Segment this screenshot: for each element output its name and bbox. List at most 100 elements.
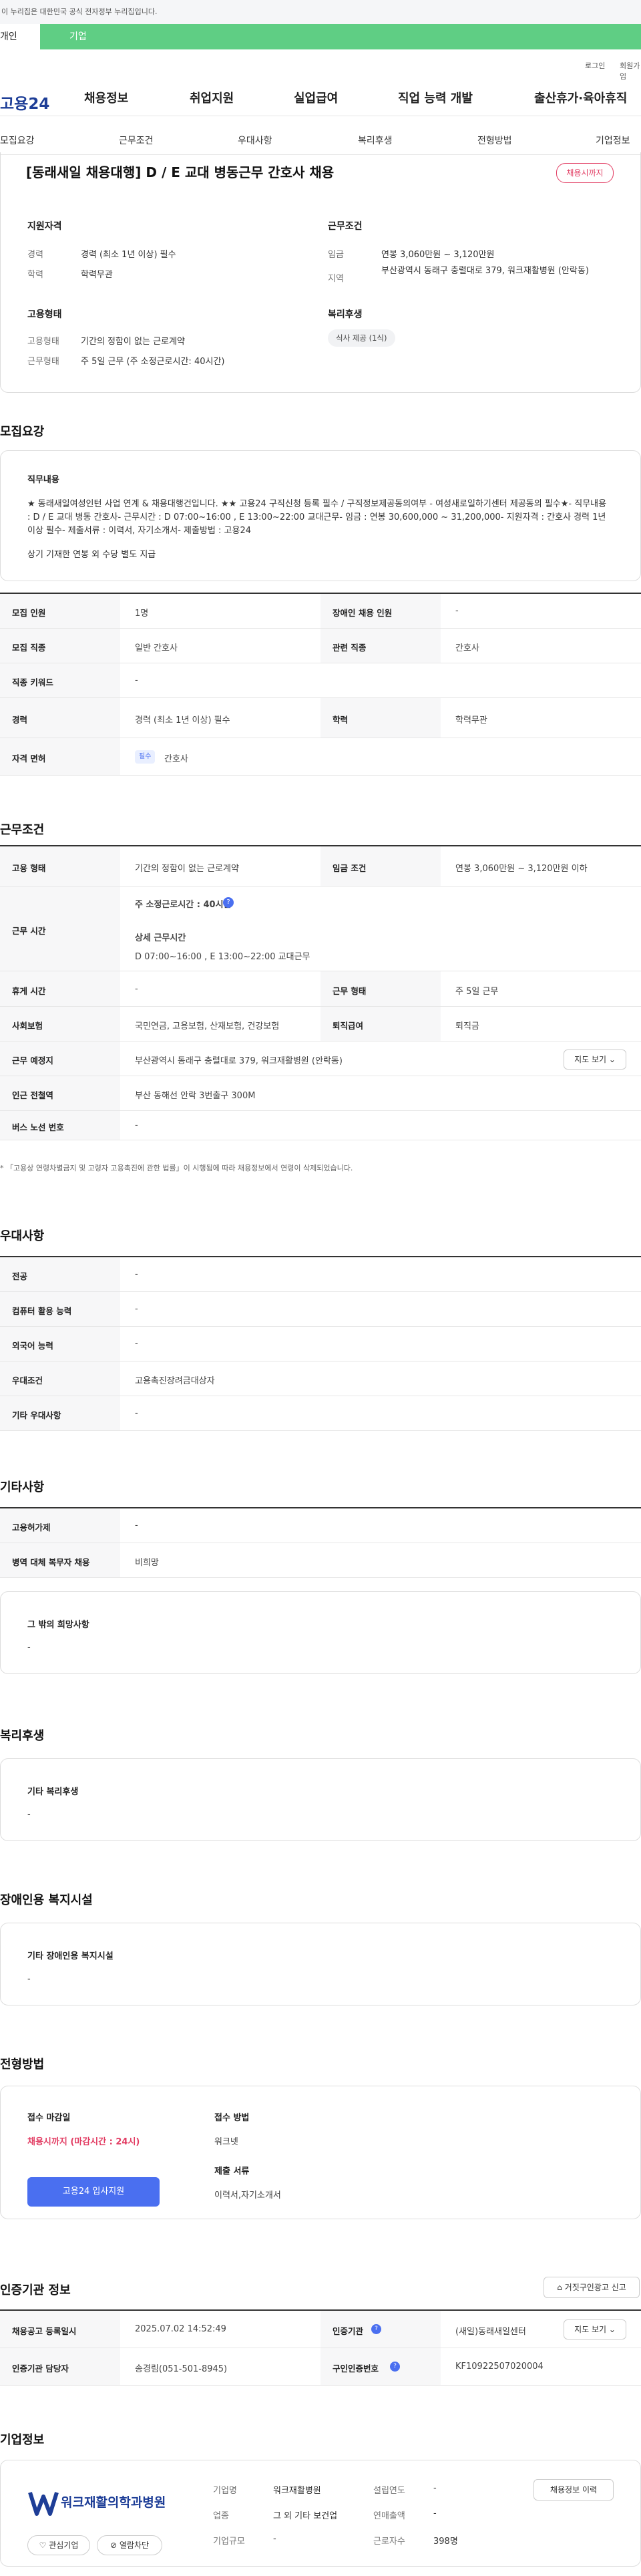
emp-type-label: 고용형태 <box>27 337 59 347</box>
table-row: 전공 - <box>0 1257 641 1292</box>
cell-label: 임금 조건 <box>333 863 367 873</box>
founded-label: 설립연도 <box>373 2486 405 2496</box>
job-title: [동래새일 채용대행] D / E 교대 병동근무 간호사 채용 <box>26 164 335 180</box>
apply-button[interactable]: 고용24 입사지원 <box>27 2177 160 2207</box>
welfare-tag: 식사 제공 (1식) <box>328 329 395 347</box>
industry-value: 그 외 기타 보건업 <box>273 2511 338 2521</box>
tab-welfare[interactable]: 복리후생 <box>358 134 393 147</box>
block-icon: ⊘ <box>110 2541 118 2550</box>
region-label: 지역 <box>328 274 344 284</box>
box-heading: 그 밖의 희망사항 <box>27 1620 89 1630</box>
cell-value: 1명 <box>135 609 149 619</box>
join-link[interactable]: 회원가입 <box>620 60 641 82</box>
block-view-button[interactable]: ⊘ 열람차단 <box>97 2535 162 2555</box>
work-form-label: 근무형태 <box>27 357 59 367</box>
table-row: 고용허가제 - <box>0 1508 641 1543</box>
disability-box: 기타 장애인용 복지시설 - <box>0 1923 641 2005</box>
tab-conditions[interactable]: 근무조건 <box>119 134 154 147</box>
method-label: 접수 방법 <box>214 2113 250 2123</box>
founded-value: - <box>433 2483 437 2493</box>
favorite-company-button[interactable]: ♡ 관심기업 <box>27 2535 90 2555</box>
career-label: 경력 <box>27 250 43 260</box>
tab-preference[interactable]: 우대사항 <box>238 134 272 147</box>
cell-value: 주 5일 근무 <box>455 987 499 997</box>
auth-table: 채용공고 등록일시 2025.07.02 14:52:49 인증기관 ? (새일… <box>0 2309 641 2386</box>
table-row: 근무 시간 주 소정근로시간 : 40시간 ? 상세 근무시간 D 07:00~… <box>0 887 641 971</box>
qual-heading: 지원자격 <box>27 221 62 232</box>
cell-value: - <box>135 675 138 685</box>
tab-personal[interactable]: 개인 <box>0 24 40 49</box>
company-name-value: 워크재활병원 <box>273 2486 321 2496</box>
docs-label: 제출 서류 <box>214 2166 250 2177</box>
tab-company[interactable]: 기업 <box>40 24 641 49</box>
gnb-item-benefit[interactable]: 실업급여 <box>294 89 338 106</box>
duty-extra: 상기 기재한 연봉 외 수당 별도 지급 <box>27 550 156 560</box>
employees-value: 398명 <box>433 2537 458 2547</box>
license-required-badge: 필수 <box>135 750 156 764</box>
gov-notice-bar: 이 누리집은 대한민국 공식 전자정부 누리집입니다. <box>0 0 641 24</box>
age-note: * 「고용상 연령차별금지 및 고령자 고용촉진에 관한 법률」이 시행됨에 따… <box>0 1164 353 1172</box>
company-logo: 워크재활의학과병원 <box>27 2484 168 2523</box>
global-nav: 로그인 회원가입 고용24 채용정보 취업지원 실업급여 직업 능력 개발 출산… <box>0 49 641 116</box>
table-row: 인증기관 담당자 송경림(051-501-8945) 구인인증번호 ? KF10… <box>0 2348 641 2386</box>
cell-value: 경력 (최소 1년 이상) 필수 <box>135 715 230 726</box>
site-logo[interactable]: 고용24 <box>0 91 49 114</box>
cell-value: 간호사 <box>455 643 479 653</box>
etc-table: 고용허가제 - 병역 대체 복무자 채용 비희망 <box>0 1507 641 1578</box>
deadline-value: 채용시까지 (마감시간 : 24시) <box>27 2137 140 2147</box>
welfare-box: 기타 복리후생 - <box>0 1758 641 1841</box>
cell-value: - <box>135 1304 138 1314</box>
cell-value: 송경림(051-501-8945) <box>135 2364 228 2374</box>
cell-label: 구인인증번호 <box>333 2364 379 2374</box>
region-value: 부산광역시 동래구 충렬대로 379, 워크재활병원 (안락동) <box>381 266 589 276</box>
employees-label: 근로자수 <box>373 2537 405 2547</box>
cell-value: KF10922507020004 <box>455 2362 544 2372</box>
emp-type-value: 기간의 정함이 없는 근로계약 <box>81 337 185 347</box>
duty-box: 직무내용 ★ 동래새일여성인턴 사업 연계 & 채용대행건입니다. ★★ 고용2… <box>0 450 641 581</box>
edu-value: 학력무관 <box>81 270 113 280</box>
duty-heading: 직무내용 <box>27 475 59 485</box>
chevron-down-icon: ⌄ <box>608 1055 616 1064</box>
disability-heading: 장애인용 복지시설 <box>0 1893 93 1907</box>
info-icon[interactable]: ? <box>371 2324 381 2334</box>
box-value: - <box>27 1810 31 1820</box>
industry-label: 업종 <box>213 2511 229 2521</box>
sales-value: - <box>433 2509 437 2519</box>
tab-selection[interactable]: 전형방법 <box>477 134 512 147</box>
box-heading: 기타 복리후생 <box>27 1787 79 1797</box>
tab-company-info[interactable]: 기업정보 <box>596 134 630 147</box>
cell-label: 병역 대체 복무자 채용 <box>12 1557 90 1567</box>
auth-heading: 인증기관 정보 <box>0 2283 71 2297</box>
deadline-label: 접수 마감일 <box>27 2113 71 2123</box>
cell-label: 우대조건 <box>12 1376 43 1386</box>
cell-value: 국민연금, 고용보험, 산재보험, 건강보험 <box>135 1021 280 1031</box>
cell-value: 고용촉진장려금대상자 <box>135 1376 215 1386</box>
cell-label: 모집 인원 <box>12 608 46 618</box>
cell-value: 부산 동해선 안락 3번출구 300M <box>135 1091 256 1101</box>
heart-icon: ♡ <box>39 2541 47 2550</box>
wage-value: 연봉 3,060만원 ~ 3,120만원 <box>381 250 495 260</box>
cell-value: 간호사 <box>164 754 188 764</box>
tab-recruit[interactable]: 모집요강 <box>0 134 35 147</box>
gnb-item-training[interactable]: 직업 능력 개발 <box>398 89 473 106</box>
job-history-button[interactable]: 채용정보 이력 <box>533 2479 614 2501</box>
table-row: 모집 인원 1명 장애인 채용 인원 - <box>0 594 641 629</box>
method-value: 워크넷 <box>214 2137 238 2147</box>
welfare-heading: 복리후생 <box>328 309 363 320</box>
gnb-item-leave[interactable]: 출산휴가·육아휴직 <box>534 89 627 106</box>
info-icon[interactable]: ? <box>390 2362 400 2372</box>
login-link[interactable]: 로그인 <box>585 60 605 71</box>
map-button[interactable]: 지도 보기 ⌄ <box>564 1050 626 1070</box>
gnb-item-jobs[interactable]: 채용정보 <box>84 89 128 106</box>
table-row: 채용공고 등록일시 2025.07.02 14:52:49 인증기관 ? (새일… <box>0 2311 641 2348</box>
report-button[interactable]: ⌂ 거짓구인광고 신고 <box>544 2277 640 2298</box>
table-row: 외국어 능력 - <box>0 1327 641 1361</box>
cell-label: 사회보험 <box>12 1021 43 1031</box>
cell-label: 근무 예정지 <box>12 1056 53 1066</box>
info-icon[interactable]: ? <box>223 897 234 908</box>
gnb-item-support[interactable]: 취업지원 <box>190 89 234 106</box>
map-button[interactable]: 지도 보기 ⌄ <box>564 2319 626 2340</box>
cond-heading: 근무조건 <box>328 221 363 232</box>
cell-label: 근무 형태 <box>333 986 367 996</box>
table-row: 컴퓨터 활용 능력 - <box>0 1292 641 1327</box>
